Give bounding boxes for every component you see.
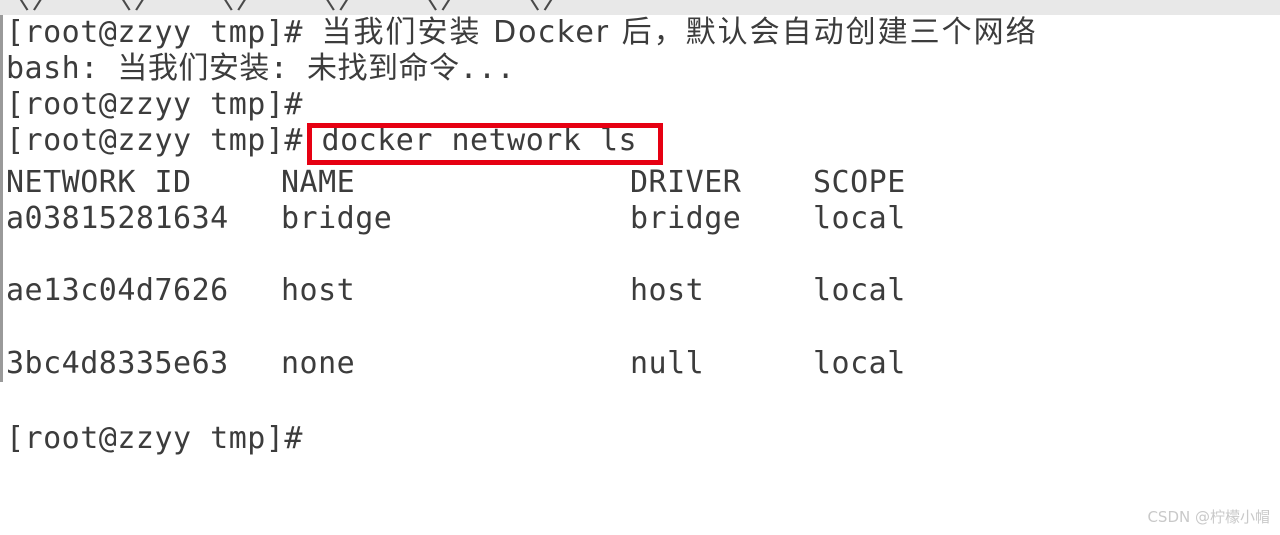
table-header-driver: DRIVER	[630, 165, 742, 200]
table-header-network-id: NETWORK ID	[6, 165, 192, 200]
table-row: host	[281, 273, 356, 308]
table-row: local	[813, 346, 906, 381]
scrolled-off-line-sliver: 〈〉 〈〉 〈〉 〈〉 〈〉 〈〉	[0, 0, 1280, 15]
table-row: host	[630, 273, 705, 308]
command-1: 当我们安装 Docker 后，默认会自动创建三个网络	[321, 15, 1038, 50]
terminal-line-4: [root@zzyy tmp]# docker network ls	[6, 123, 637, 159]
table-row: null	[630, 346, 705, 381]
table-row: local	[813, 201, 906, 236]
command-docker-network-ls: docker network ls	[321, 123, 638, 158]
terminal-body[interactable]: [root@zzyy tmp]# 当我们安装 Docker 后，默认会自动创建三…	[0, 15, 1280, 535]
prompt-4: [root@zzyy tmp]#	[6, 123, 322, 158]
scrolled-off-line-text: 〈〉 〈〉 〈〉 〈〉 〈〉 〈〉	[0, 0, 574, 15]
table-header-name: NAME	[281, 165, 356, 200]
terminal-final-prompt: [root@zzyy tmp]#	[6, 421, 322, 456]
terminal-line-3: [root@zzyy tmp]#	[6, 87, 322, 122]
prompt-1: [root@zzyy tmp]#	[6, 15, 322, 50]
table-row: 3bc4d8335e63	[6, 346, 229, 381]
table-row: none	[281, 346, 356, 381]
csdn-watermark: CSDN @柠檬小帽	[1147, 508, 1270, 526]
table-row: a03815281634	[6, 201, 229, 236]
terminal-line-2: bash: 当我们安装: 未找到命令...	[6, 51, 516, 86]
table-row: ae13c04d7626	[6, 273, 229, 308]
terminal-line-1: [root@zzyy tmp]# 当我们安装 Docker 后，默认会自动创建三…	[6, 15, 1038, 51]
table-row: bridge	[281, 201, 393, 236]
table-row: local	[813, 273, 906, 308]
table-header-scope: SCOPE	[813, 165, 906, 200]
table-row: bridge	[630, 201, 742, 236]
terminal-screenshot: 〈〉 〈〉 〈〉 〈〉 〈〉 〈〉 [root@zzyy tmp]# 当我们安装…	[0, 0, 1280, 535]
